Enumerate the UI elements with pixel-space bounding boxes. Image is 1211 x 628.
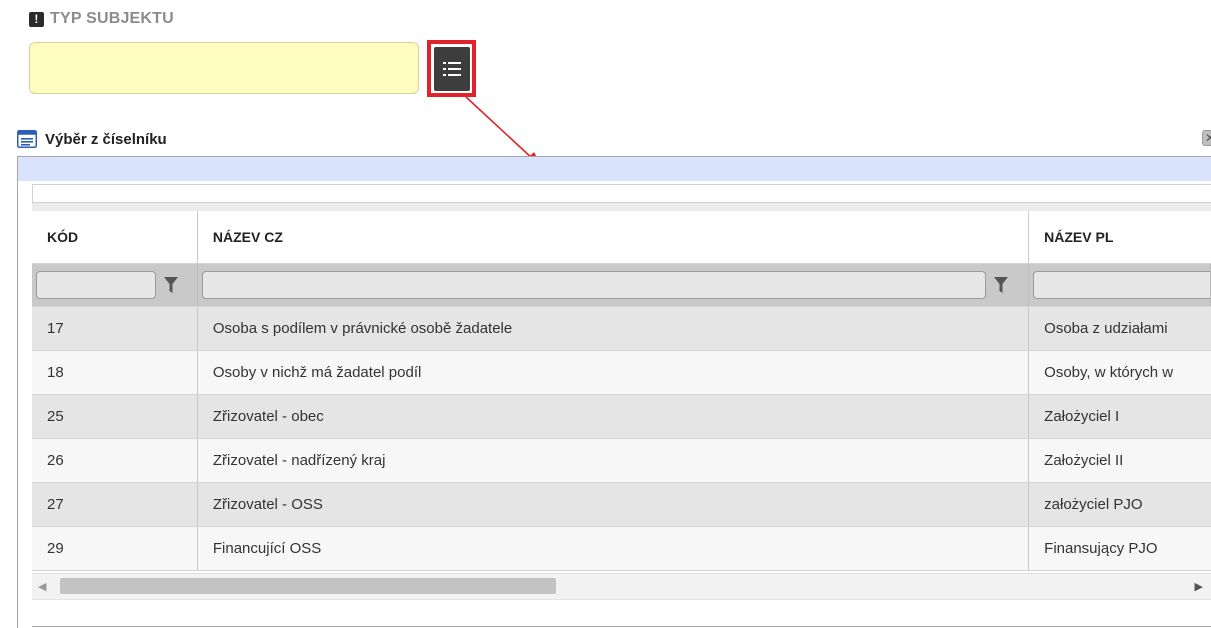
list-icon [442, 61, 461, 76]
column-header-code[interactable]: KÓD [32, 211, 198, 263]
codebook-grid: KÓD NÁZEV CZ NÁZEV PL 17 Osoba s podílem… [32, 211, 1211, 571]
table-row[interactable]: 17 Osoba s podílem v právnické osobě žad… [32, 307, 1211, 351]
filter-funnel-icon[interactable] [164, 277, 178, 293]
filter-funnel-icon[interactable] [993, 277, 1008, 293]
column-header-name-cz[interactable]: NÁZEV CZ [197, 211, 1030, 263]
cell-name-cz: Osoby v nichž má žadatel podíl [197, 351, 1030, 394]
codebook-dialog: KÓD NÁZEV CZ NÁZEV PL 17 Osoba s podílem… [17, 156, 1211, 628]
cell-name-cz: Zřizovatel - obec [197, 395, 1030, 438]
filter-input-code[interactable] [36, 271, 156, 299]
grid-filter-row [32, 264, 1211, 307]
cell-code: 25 [32, 395, 198, 438]
cell-code: 29 [32, 527, 198, 570]
cell-name-cz: Zřizovatel - OSS [197, 483, 1030, 526]
filter-cell-name-pl [1029, 264, 1211, 306]
filter-input-name-pl[interactable] [1033, 271, 1211, 299]
cell-name-pl: Osoba z udziałami [1029, 307, 1211, 350]
dialog-header: Výběr z číselníku ✕ [14, 124, 1211, 154]
table-row[interactable]: 25 Zřizovatel - obec Założyciel I [32, 395, 1211, 439]
scroll-left-arrow-icon[interactable]: ◀ [38, 580, 46, 593]
required-exclamation-icon: ! [29, 11, 44, 27]
dialog-title: Výběr z číselníku [45, 130, 167, 148]
grid-header-row: KÓD NÁZEV CZ NÁZEV PL [32, 211, 1211, 264]
cell-name-pl: Osoby, w których w [1029, 351, 1211, 394]
cell-name-pl: Założyciel I [1029, 395, 1211, 438]
column-header-name-pl[interactable]: NÁZEV PL [1029, 211, 1211, 263]
cell-code: 17 [32, 307, 198, 350]
cell-code: 18 [32, 351, 198, 394]
table-row[interactable]: 26 Zřizovatel - nadřízený kraj Założycie… [32, 439, 1211, 483]
cell-name-cz: Financující OSS [197, 527, 1030, 570]
field-label: ! TYP SUBJEKTU [29, 10, 174, 28]
table-row[interactable]: 18 Osoby v nichž má žadatel podíl Osoby,… [32, 351, 1211, 395]
list-button-highlight [427, 40, 476, 97]
subject-type-input[interactable] [29, 42, 419, 94]
horizontal-scrollbar[interactable]: ◀ ▶ [32, 573, 1211, 600]
cell-name-pl: Założyciel II [1029, 439, 1211, 482]
dialog-footer [32, 599, 1211, 627]
dialog-close-button[interactable]: ✕ [1202, 130, 1211, 146]
cell-code: 26 [32, 439, 198, 482]
cell-name-pl: założyciel PJO [1029, 483, 1211, 526]
field-label-text: TYP SUBJEKTU [50, 10, 174, 27]
dialog-header-band [18, 157, 1211, 181]
window-list-icon [17, 130, 37, 148]
filter-cell-name-cz [198, 264, 1030, 306]
scroll-right-arrow-icon[interactable]: ▶ [1195, 580, 1203, 593]
cell-name-cz: Zřizovatel - nadřízený kraj [197, 439, 1030, 482]
cell-name-pl: Finansujący PJO [1029, 527, 1211, 570]
filter-cell-code [32, 264, 198, 306]
table-row[interactable]: 27 Zřizovatel - OSS założyciel PJO [32, 483, 1211, 527]
scrollbar-thumb[interactable] [60, 578, 556, 594]
cell-name-cz: Osoba s podílem v právnické osobě žadate… [197, 307, 1030, 350]
table-row[interactable]: 29 Financující OSS Finansujący PJO [32, 527, 1211, 571]
grid-top-spacer [32, 203, 1211, 211]
codebook-list-button[interactable] [433, 46, 470, 91]
dialog-search-bar[interactable] [32, 184, 1211, 203]
cell-code: 27 [32, 483, 198, 526]
filter-input-name-cz[interactable] [201, 271, 986, 299]
